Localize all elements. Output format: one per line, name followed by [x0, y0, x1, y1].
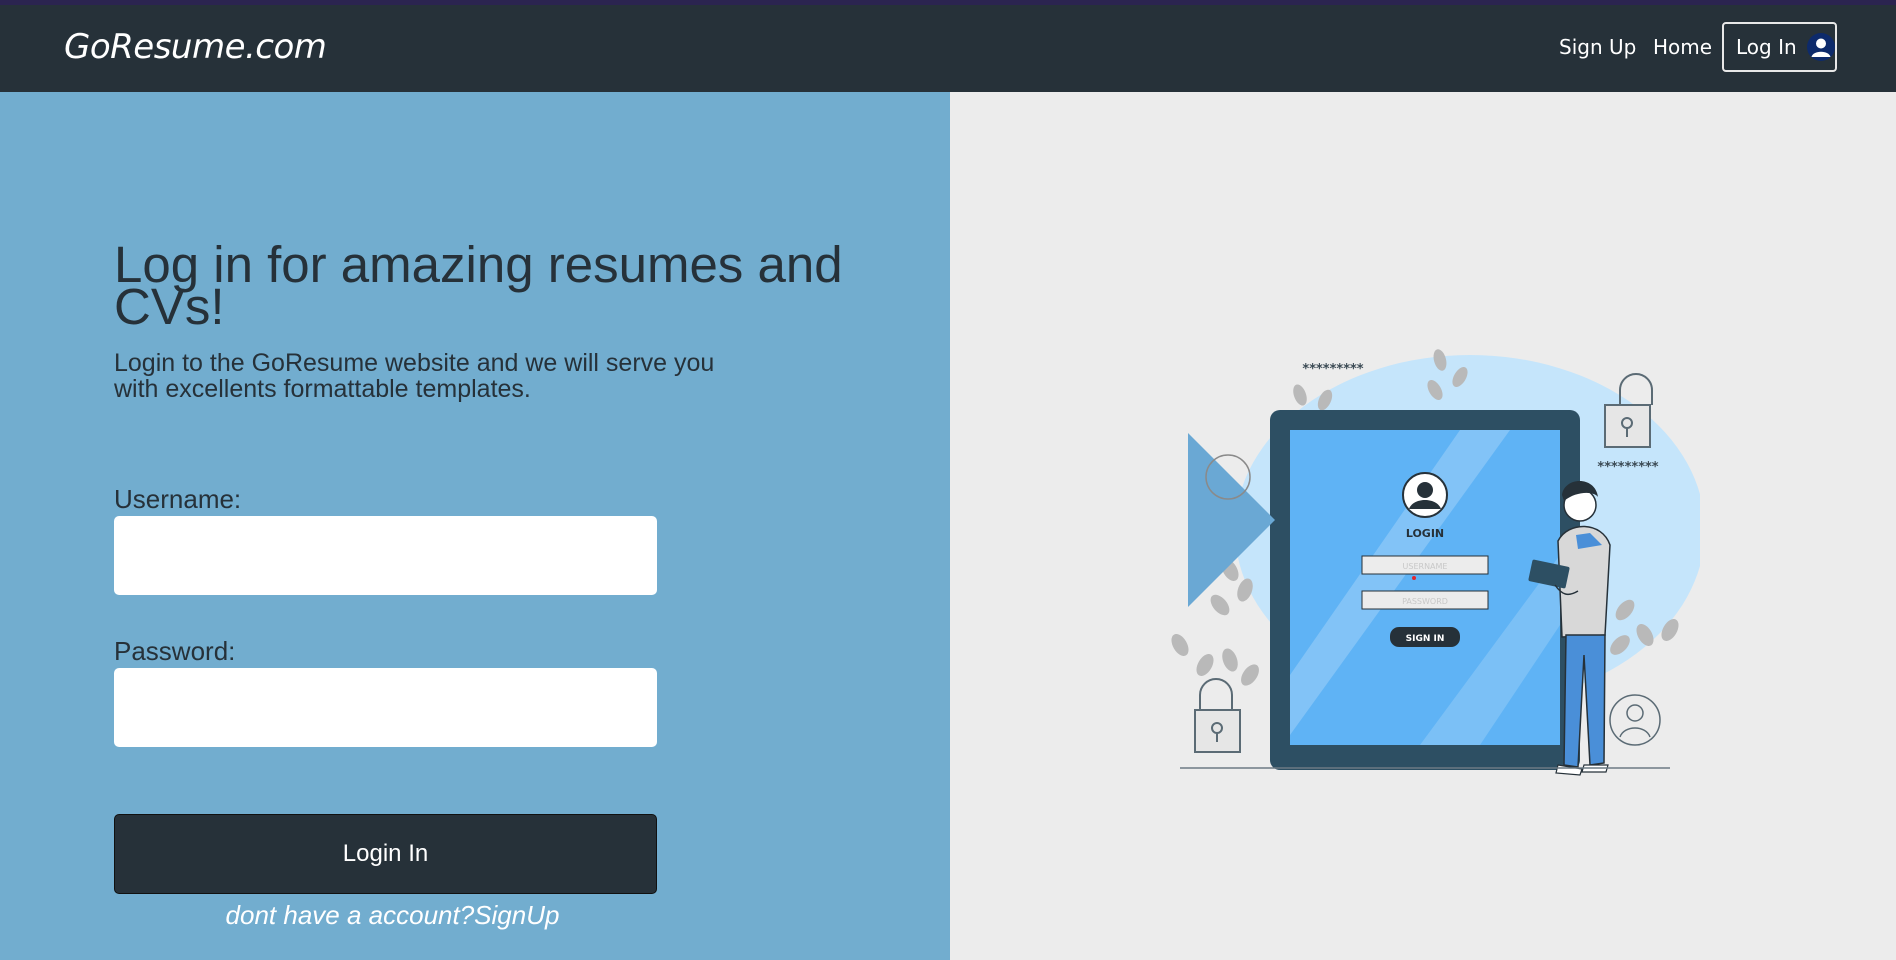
brand-logo[interactable]: GoResume.com [64, 27, 327, 67]
login-illustration: LOGIN USERNAME PASSWORD SIGN IN ********… [1171, 349, 1700, 776]
password-mask-text-1: ********* [1302, 362, 1363, 377]
nav-home-link[interactable]: Home [1653, 35, 1712, 59]
page-title: Log in for amazing resumes and CVs! [114, 236, 843, 335]
screen-signin-label: SIGN IN [1406, 634, 1445, 644]
username-label: Username: [114, 484, 242, 514]
password-mask-text-2: ********* [1597, 460, 1658, 475]
avatar-circle-right-icon [1609, 694, 1661, 746]
padlock-bottom-icon [1194, 678, 1241, 753]
screen-password-placeholder: PASSWORD [1402, 597, 1448, 606]
login-panel: Log in for amazing resumes and CVs! Logi… [0, 92, 950, 960]
navbar: GoResume.com Sign Up Home Log In [0, 5, 1896, 92]
screen-login-title: LOGIN [1406, 527, 1444, 540]
nav-login-button[interactable]: Log In [1722, 22, 1837, 72]
password-input[interactable] [114, 668, 657, 747]
signup-link[interactable]: SignUp [474, 900, 559, 930]
screen-avatar-head [1417, 482, 1433, 498]
padlock-top-icon [1604, 373, 1653, 448]
signup-prompt-text: dont have a account? [225, 900, 475, 930]
password-label: Password: [114, 636, 236, 666]
screen-username-placeholder: USERNAME [1403, 562, 1448, 571]
login-submit-button[interactable]: Login In [114, 814, 657, 894]
screen-cursor-dot [1412, 576, 1416, 580]
user-avatar-icon [1806, 33, 1835, 61]
signup-prompt: dont have a account?SignUp [114, 900, 671, 931]
nav-login-label: Log In [1736, 35, 1797, 59]
username-input[interactable] [114, 516, 657, 595]
nav-signup-link[interactable]: Sign Up [1559, 35, 1636, 59]
page-subtitle: Login to the GoResume website and we wil… [114, 349, 715, 403]
